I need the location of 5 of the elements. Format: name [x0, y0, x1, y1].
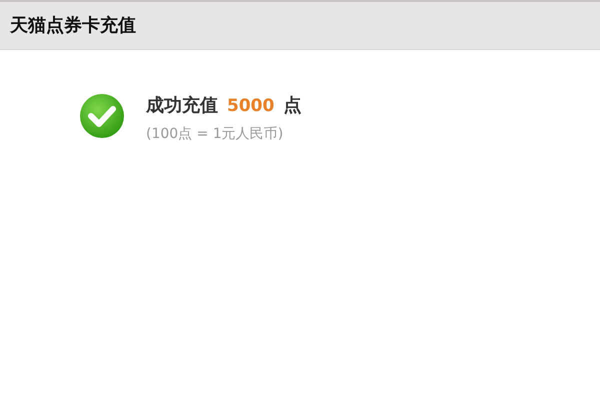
page-title: 天猫点券卡充值 [10, 14, 136, 38]
rate-note: (100点 = 1元人民币) [146, 124, 284, 144]
amount: 5000 [227, 95, 274, 118]
unit-label: 点 [283, 94, 302, 118]
success-message: 成功充值 [146, 94, 218, 118]
